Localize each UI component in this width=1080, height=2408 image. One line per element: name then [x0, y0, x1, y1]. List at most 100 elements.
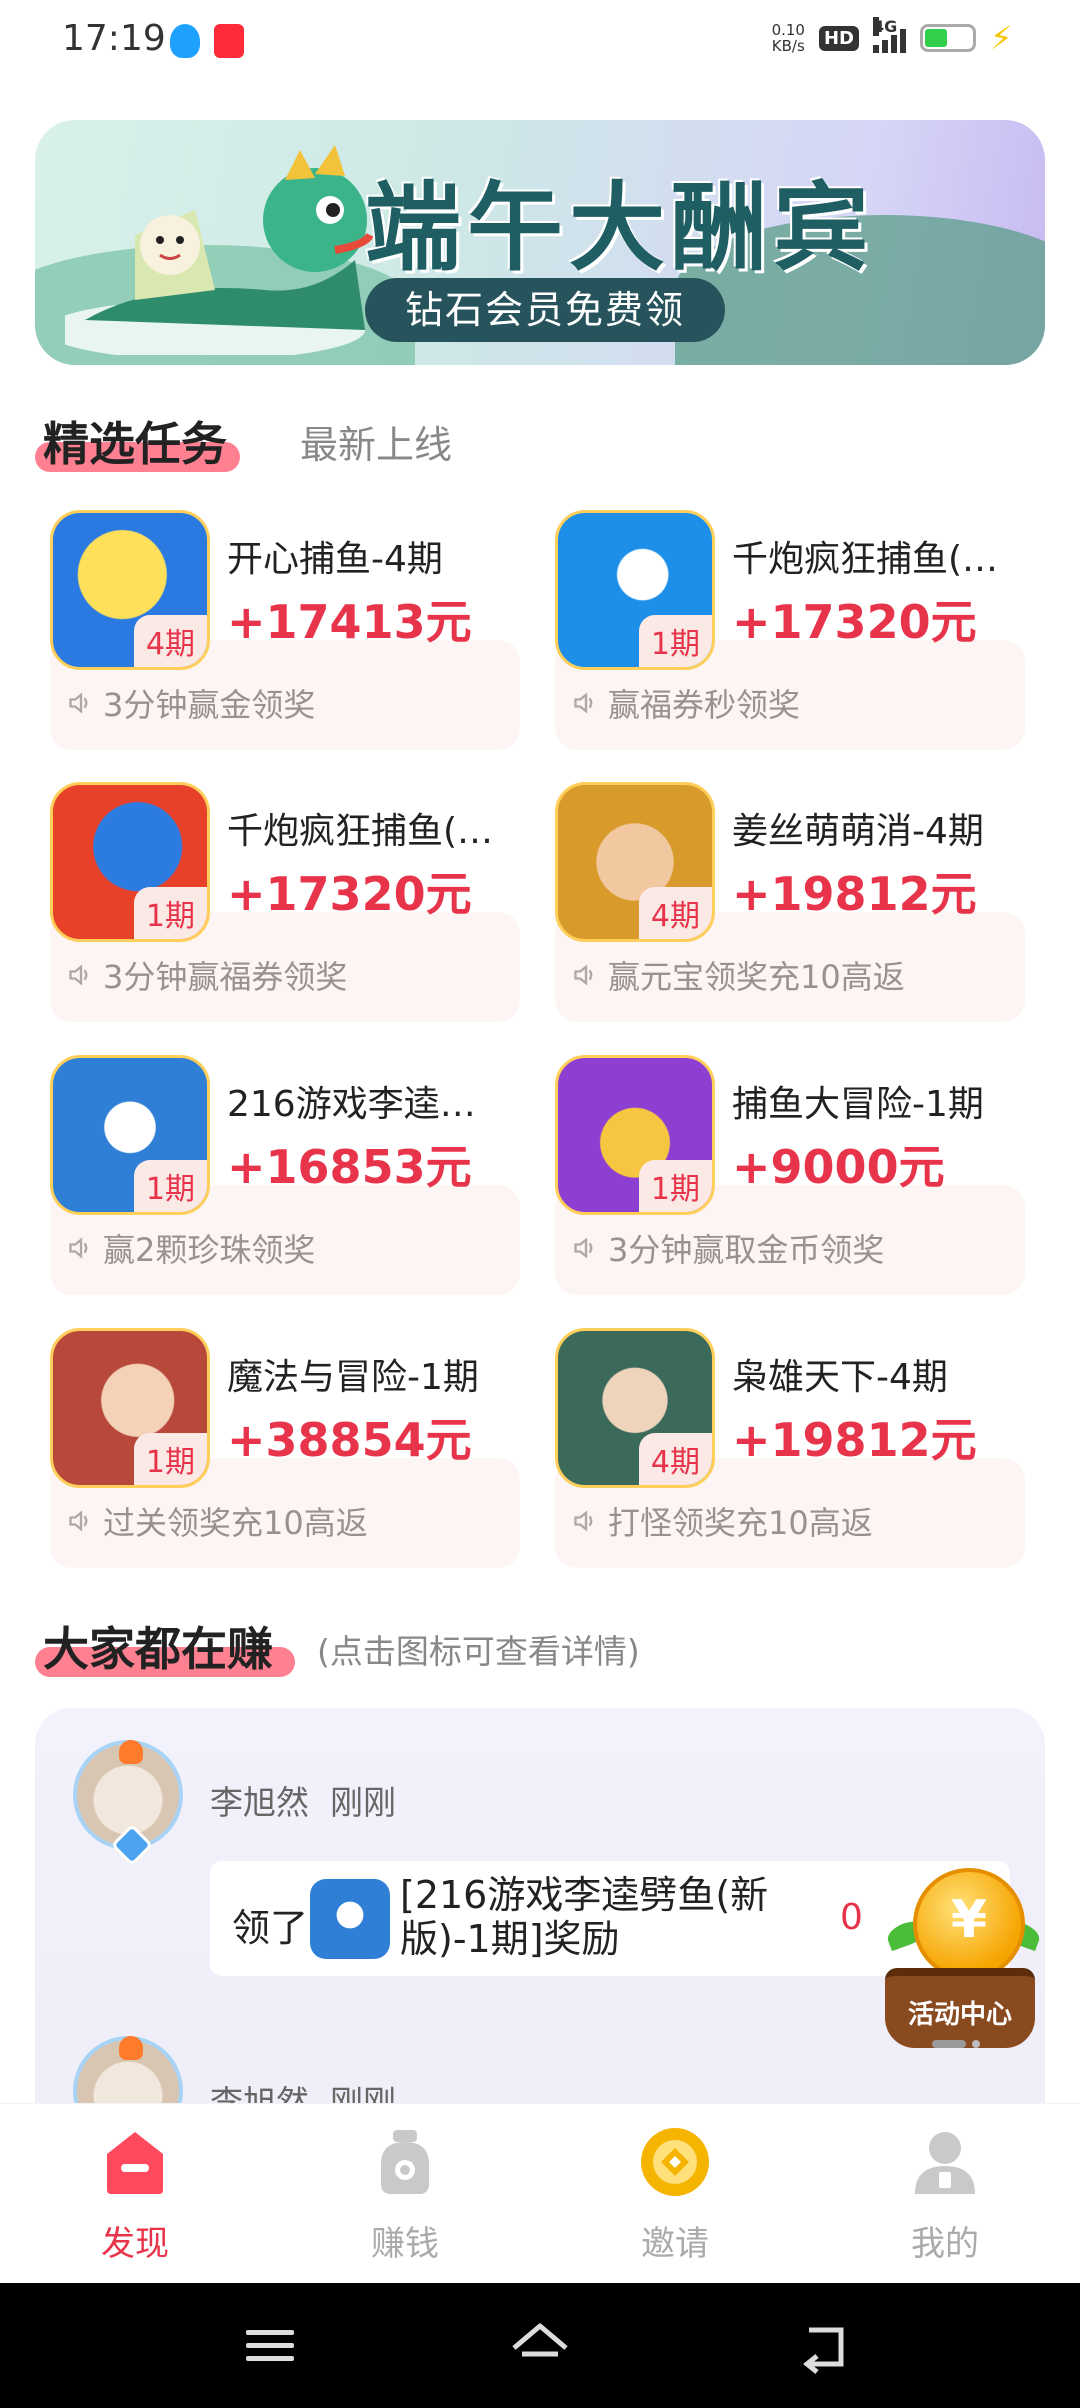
task-reward: +17320元: [227, 867, 472, 921]
menu-icon[interactable]: [240, 2318, 300, 2374]
activity-center-label: 活动中心: [907, 2000, 1012, 2030]
game-icon: 1期: [555, 1055, 715, 1215]
system-nav-bar: [0, 2283, 1080, 2408]
basket-icon: 活动中心: [885, 1968, 1035, 2048]
speaker-icon: [574, 964, 593, 986]
game-icon: 4期: [50, 510, 210, 670]
invite-coin-icon: [641, 2128, 709, 2196]
task-reward: +19812元: [732, 867, 977, 921]
task-period: 1期: [638, 1160, 712, 1212]
yen-coin-icon: ¥: [913, 1868, 1025, 1980]
speaker-icon: [574, 692, 593, 714]
earning-hint: (点击图标可查看详情): [317, 1632, 640, 1671]
task-card[interactable]: 1期 千炮疯狂捕鱼(… +17320元 3分钟赢福券领奖: [45, 772, 525, 1022]
home-icon[interactable]: [510, 2318, 570, 2374]
task-period: 4期: [638, 1433, 712, 1485]
task-period: 1期: [133, 1433, 207, 1485]
dragon-boat-illustration: [65, 145, 374, 355]
task-title: 开心捕鱼-4期: [227, 539, 443, 580]
feed-text: [216游戏李逵劈鱼(新版)-1期]奖励: [400, 1873, 769, 1961]
game-icon: 1期: [50, 1328, 210, 1488]
nav-earn[interactable]: 赚钱: [305, 2124, 505, 2265]
task-note: 打怪领奖充10高返: [572, 1498, 873, 1544]
bottom-nav: 发现 赚钱 邀请 我的: [0, 2103, 1080, 2283]
game-icon: 1期: [50, 1055, 210, 1215]
profile-icon: [915, 2132, 975, 2194]
game-icon: 1期: [555, 510, 715, 670]
nav-discover[interactable]: 发现: [35, 2124, 235, 2265]
task-card[interactable]: 1期 千炮疯狂捕鱼(… +17320元 赢福券秒领奖: [550, 500, 1030, 750]
speaker-icon: [69, 964, 88, 986]
avatar[interactable]: [73, 2036, 183, 2103]
task-card[interactable]: 4期 枭雄天下-4期 +19812元 打怪领奖充10高返: [550, 1318, 1030, 1568]
feed-prefix: 领了: [232, 1906, 309, 1950]
discover-icon: [107, 2132, 163, 2194]
task-card[interactable]: 1期 魔法与冒险-1期 +38854元 过关领奖充10高返: [45, 1318, 525, 1568]
task-reward: +17413元: [227, 595, 472, 649]
network-speed: 0.10 KB/s: [771, 21, 805, 55]
signal-icon: 4G: [873, 17, 906, 53]
game-icon: 4期: [555, 782, 715, 942]
task-period: 1期: [133, 887, 207, 939]
game-icon: 1期: [50, 782, 210, 942]
feed-user-line: 李旭然 刚刚: [210, 2083, 396, 2103]
task-note: 赢2颗珍珠领奖: [67, 1225, 315, 1271]
speaker-icon: [574, 1510, 593, 1532]
nav-mine[interactable]: 我的: [845, 2124, 1045, 2265]
task-title: 千炮疯狂捕鱼(…: [732, 539, 999, 580]
task-card[interactable]: 1期 捕鱼大冒险-1期 +9000元 3分钟赢取金币领奖: [550, 1045, 1030, 1295]
task-title: 216游戏李逵…: [227, 1084, 476, 1125]
game-mini-icon[interactable]: [310, 1879, 390, 1959]
task-title: 姜丝萌萌消-4期: [732, 811, 984, 852]
task-note: 3分钟赢金领奖: [67, 680, 315, 726]
task-card[interactable]: 4期 姜丝萌萌消-4期 +19812元 赢元宝领奖充10高返: [550, 772, 1030, 1022]
task-note: 3分钟赢取金币领奖: [572, 1225, 884, 1271]
feed-amount: 0: [840, 1897, 863, 1938]
task-period: 1期: [638, 615, 712, 667]
banner-subtitle: 钻石会员免费领: [365, 278, 726, 342]
task-reward: +38854元: [227, 1413, 472, 1467]
task-grid: 4期 开心捕鱼-4期 +17413元 3分钟赢金领奖 1期 千炮疯狂捕鱼(… +…: [45, 500, 1035, 1580]
task-note: 赢元宝领奖充10高返: [572, 952, 905, 998]
qq-icon: [170, 24, 200, 58]
task-note: 3分钟赢福券领奖: [67, 952, 347, 998]
task-tabs: 精选任务 最新上线: [35, 400, 1045, 480]
task-period: 4期: [638, 887, 712, 939]
app-notify-icon: [214, 24, 244, 58]
task-card[interactable]: 1期 216游戏李逵… +16853元 赢2颗珍珠领奖: [45, 1045, 525, 1295]
task-period: 4期: [133, 615, 207, 667]
feed-user-line: 李旭然 刚刚: [210, 1783, 396, 1822]
hd-badge: HD: [818, 25, 859, 51]
speaker-icon: [574, 1237, 593, 1259]
task-card[interactable]: 4期 开心捕鱼-4期 +17413元 3分钟赢金领奖: [45, 500, 525, 750]
crown-icon: [119, 1740, 143, 1764]
task-title: 枭雄天下-4期: [732, 1357, 948, 1398]
promo-banner[interactable]: 端午大酬宾 钻石会员免费领: [35, 120, 1045, 365]
speaker-icon: [69, 1237, 88, 1259]
money-bag-icon: [381, 2130, 429, 2194]
tab-new-online[interactable]: 最新上线: [300, 414, 452, 469]
status-bar: 17:19 0.10 KB/s HD 4G ⚡: [0, 0, 1080, 90]
back-icon[interactable]: [795, 2318, 855, 2374]
task-note: 赢福券秒领奖: [572, 680, 800, 726]
activity-center-button[interactable]: ¥ 活动中心: [884, 1868, 1043, 2053]
task-period: 1期: [133, 1160, 207, 1212]
carousel-pager: [932, 2040, 980, 2048]
banner-title: 端午大酬宾: [365, 172, 875, 284]
avatar[interactable]: [73, 1740, 183, 1867]
game-icon: 4期: [555, 1328, 715, 1488]
battery-icon: [920, 24, 976, 52]
crown-icon: [119, 2036, 143, 2060]
tab-featured-tasks[interactable]: 精选任务: [43, 408, 227, 474]
task-title: 千炮疯狂捕鱼(…: [227, 811, 494, 852]
speaker-icon: [69, 1510, 88, 1532]
earning-section-header: 大家都在赚 (点击图标可查看详情): [35, 1605, 1045, 1685]
vip-badge-icon: [110, 1823, 154, 1867]
nav-invite[interactable]: 邀请: [575, 2124, 775, 2265]
task-reward: +16853元: [227, 1140, 472, 1194]
task-title: 魔法与冒险-1期: [227, 1357, 479, 1398]
status-time: 17:19: [62, 18, 166, 59]
task-note: 过关领奖充10高返: [67, 1498, 368, 1544]
task-reward: +17320元: [732, 595, 977, 649]
task-reward: +19812元: [732, 1413, 977, 1467]
